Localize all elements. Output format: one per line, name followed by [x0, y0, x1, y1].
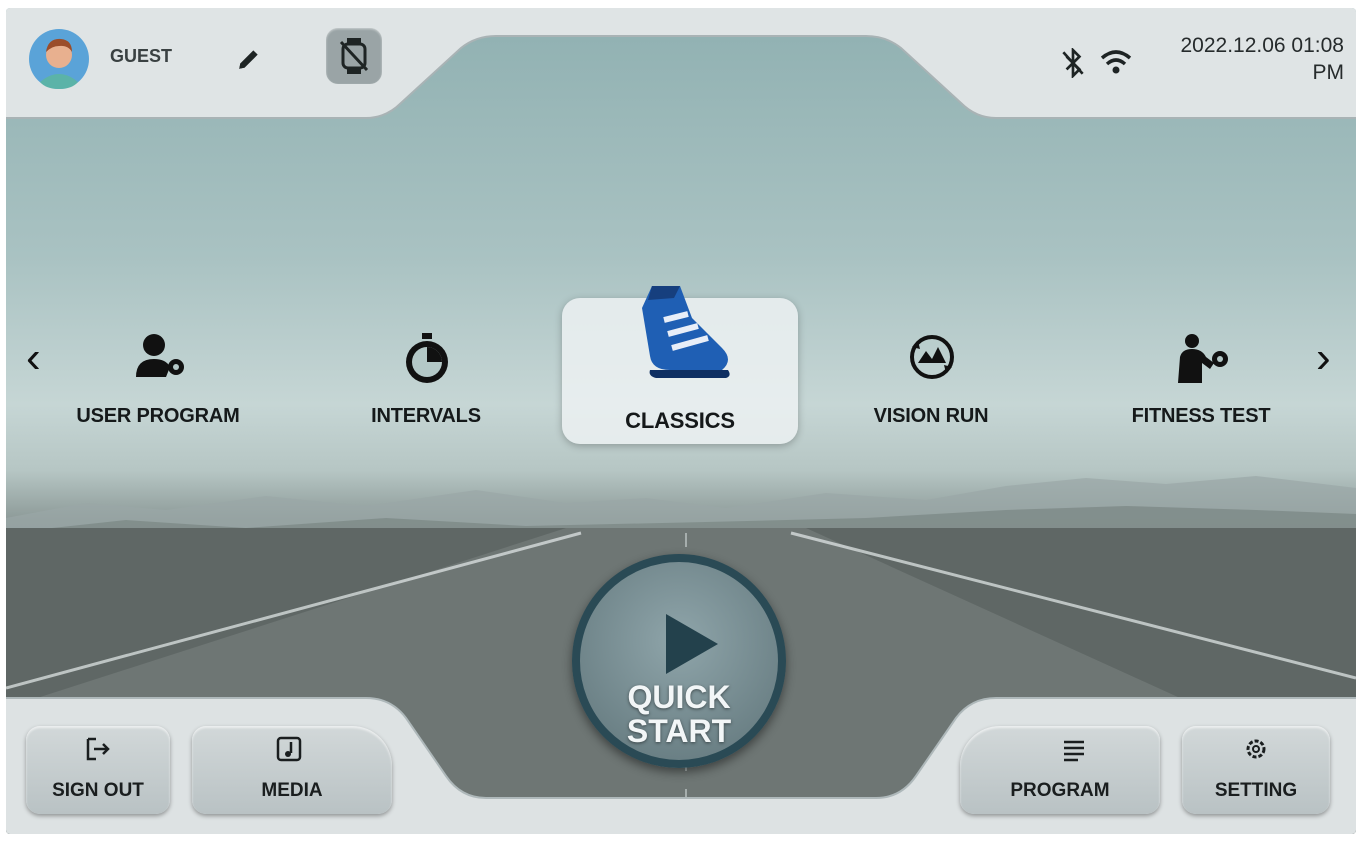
vision-run-icon — [910, 335, 954, 379]
wifi-icon — [1100, 50, 1132, 74]
play-icon — [666, 614, 718, 674]
setting-button[interactable]: SETTING — [1182, 726, 1330, 814]
running-shoe-icon — [642, 286, 730, 378]
program-label: CLASSICS — [625, 408, 735, 433]
program-label: USER PROGRAM — [76, 405, 240, 427]
top-bar — [6, 8, 1356, 119]
program-button[interactable]: PROGRAM — [960, 726, 1160, 814]
datetime: 2022.12.06 01:08 PM — [1181, 32, 1345, 86]
avatar-icon[interactable] — [28, 28, 90, 90]
datetime-line1: 2022.12.06 01:08 — [1180, 34, 1345, 57]
bluetooth-off-icon — [1062, 48, 1084, 78]
program-intervals[interactable]: INTERVALS — [336, 333, 516, 433]
quick-start-line1: QUICK — [627, 679, 731, 715]
stopwatch-icon — [406, 333, 448, 383]
media-button[interactable]: MEDIA — [192, 726, 392, 814]
watch-disconnected-icon — [339, 38, 369, 74]
carousel-next-arrow[interactable]: › — [1316, 333, 1331, 383]
setting-label: SETTING — [1214, 780, 1298, 801]
music-note-icon — [276, 736, 302, 762]
carousel-prev-arrow[interactable]: ‹ — [26, 333, 41, 383]
program-classics[interactable]: CLASSICS — [562, 286, 798, 444]
quick-start-button[interactable]: QUICK START — [572, 554, 786, 768]
user-name: GUEST — [110, 46, 173, 66]
datetime-line2: PM — [1312, 61, 1345, 84]
watch-disconnected-button[interactable] — [326, 28, 382, 84]
program-label: INTERVALS — [371, 405, 481, 427]
user-settings-icon — [136, 334, 184, 377]
program-fitness-test[interactable]: FITNESS TEST — [1106, 333, 1296, 433]
sign-out-button[interactable]: SIGN OUT — [26, 726, 170, 814]
list-icon — [1064, 740, 1084, 762]
program-label: FITNESS TEST — [1131, 405, 1271, 427]
program-vision-run[interactable]: VISION RUN — [836, 333, 1026, 433]
quick-start-label: QUICK START — [580, 680, 778, 748]
quick-start-line2: START — [626, 713, 732, 749]
pencil-icon[interactable] — [236, 46, 262, 72]
gear-icon — [1246, 739, 1266, 759]
program-user-program[interactable]: USER PROGRAM — [58, 333, 258, 433]
fitness-test-icon — [1178, 334, 1228, 383]
sign-out-label: SIGN OUT — [52, 780, 144, 801]
treadmill-home-screen: GUEST 2022.12.06 01:08 PM ‹ › USER PROGR… — [6, 8, 1356, 834]
sign-out-icon — [86, 737, 110, 761]
media-label: MEDIA — [261, 780, 323, 801]
program-label: VISION RUN — [873, 405, 989, 427]
program-label: PROGRAM — [1010, 780, 1110, 801]
